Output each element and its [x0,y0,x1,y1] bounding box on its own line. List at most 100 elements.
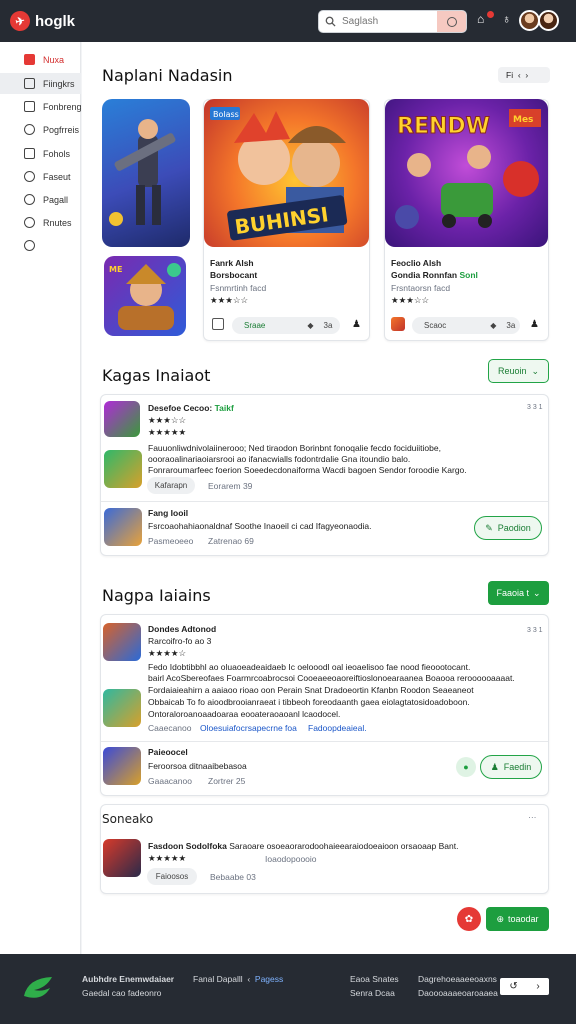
game-card-2-rating: ★★★☆☆ [391,295,430,305]
sidebar-item-7[interactable]: Pagall [0,189,81,210]
featured-game-image-1[interactable] [102,99,190,247]
section3-action-button[interactable]: Faaoia t ⌄ [488,581,549,605]
game-card-2-badge: Mes [513,115,533,125]
review-text-line: oooraoalinariaoiarsrooi ao ifanacwialls … [148,454,411,464]
game-card-1-image[interactable]: BUHINSI Bolass [204,99,369,247]
game-card-1-rating: ★★★☆☆ [210,295,249,305]
footer-subheading: Gaedal cao fadeonro [82,988,162,998]
prev-icon[interactable]: ↺ [509,981,517,992]
avatar[interactable] [519,10,540,31]
game-card-1-name: Fanrk Alsh [210,258,254,268]
search-submit-button[interactable] [437,11,466,32]
home-icon [24,54,35,65]
review-author: Dondes Adtonod [148,624,217,634]
review-text: Fsrcoaohahiaonaldnaf Soothe Inaoeil ci c… [148,521,372,531]
review-time: Zatrenao 69 [208,536,254,546]
review-rating: ★★★☆☆ [148,415,187,425]
review-action-button[interactable]: ♟ Faedin [480,755,542,779]
section-nav[interactable]: Fi ‹ › [498,67,550,83]
footer-logo-icon [24,977,52,998]
review-tag[interactable]: Faioosos [147,868,197,885]
list-icon [24,101,35,112]
edit-icon: ✎ [485,522,493,533]
review-label: Ioaodopoooio [265,854,317,864]
bookmark-icon[interactable] [212,318,224,330]
search-box[interactable] [318,10,467,33]
game-card-2-name: Feoclio Alsh [391,258,442,268]
section-title: Naplani Nadasin [102,66,233,85]
game-thumbnail[interactable] [104,450,142,488]
footer: Aubhdre Enemwdaiaer Gaedal cao fadeonro … [0,954,576,1024]
footer-link[interactable]: Senra Dcaa [350,988,395,998]
more-options-icon[interactable]: ··· [528,812,537,822]
review-subtitle: Rarcoifro-fo ao 3 [148,636,212,646]
divider [101,741,548,742]
sidebar-item-4[interactable]: Pogfrreis [0,119,81,140]
footer-link[interactable]: Dagrehoeaaeeoaxns [418,974,497,984]
review-text-line: Obbaicab To fo aioodbrooianraeat i tibbe… [148,697,470,707]
pagination-control[interactable]: ↺ › [500,978,549,995]
grid-icon [24,78,35,89]
game-thumbnail[interactable] [103,839,141,877]
globe-icon [24,217,35,228]
sidebar-item-3[interactable]: Fonbreng [0,96,82,117]
sidebar-item-2[interactable]: Fiingkrs [0,73,81,94]
game-thumbnail[interactable] [104,401,140,437]
game-card-2-logo: RENDW [397,114,490,139]
game-card-1-share[interactable]: Sraae ◆ 3a [232,317,340,334]
clock-icon [24,124,35,135]
review-time: Eorarem 39 [208,481,253,491]
next-icon[interactable]: › [536,981,539,992]
featured-game-image-2[interactable]: ME [104,256,186,336]
sidebar-item-8[interactable]: Rnutes [0,212,81,233]
review-link[interactable]: Fadoopdeaieal. [308,723,367,733]
game-thumbnail[interactable] [104,508,142,546]
review-tag: Pasmeoeeo [148,536,194,546]
sidebar-item-5[interactable]: Fohols [0,143,81,164]
review-date: 3 3 1 [527,627,543,634]
review-text-line: Fedo Idobtibbhl ao oluaoeadeaidaeb Ic oe… [148,662,471,672]
top-bar: ✈ hoglk [0,0,576,42]
section2-action-button[interactable]: Reuoin ⌄ [488,359,549,383]
footer-link[interactable]: Fanal Dapalll ‹ Pagess [193,974,283,984]
review-tag[interactable]: Kafarapn [147,477,195,494]
user-icon[interactable]: ♟ [530,319,539,330]
game-card-2-subtitle: Gondia Ronnfan Sonl [391,270,478,280]
game-card-2-mini-icon[interactable] [391,317,405,331]
review-date: 3 3 1 [527,404,543,411]
chevron-down-icon: ⌄ [531,365,540,376]
user-icon: ♟ [490,761,499,772]
review-text-line: Ontoraloroanoaadoaraa eooateraoaoanl lca… [148,709,341,719]
avatar-secondary[interactable] [538,10,559,31]
sidebar-item-info[interactable] [0,235,81,256]
game-card-2-image[interactable]: RENDW Mes [385,99,548,247]
review-link[interactable]: Oloesuiafocrsapecrne foa [200,723,297,733]
footer-link[interactable]: Daoooaaaeoaroaaea [418,988,498,998]
sidebar-item-home[interactable]: Nuxa [0,49,81,70]
bell-icon[interactable]: ⌂ [477,12,484,26]
review-tag: Gaaacanoo [148,776,192,786]
review-author: Desefoe Cecoo: Taikf [148,403,234,413]
search-input[interactable] [342,16,438,27]
review-action-button[interactable]: ✎ Paodion [474,516,542,540]
user-icon[interactable]: ♟ [352,319,361,330]
game-thumbnail[interactable] [103,623,141,661]
review-author: Paieoocel [148,747,188,757]
game-thumbnail[interactable] [103,689,141,727]
user-icon[interactable]: ♁ [502,12,511,26]
primary-action-button[interactable]: ⊕ toaodar [486,907,549,931]
game-card-2-share[interactable]: Scaoc ◆ 3a [412,317,520,334]
share-fab[interactable]: ✿ [457,907,481,931]
game-card-2-meta: Frsntaorsn facd [391,283,451,293]
game-card-1-subtitle: Borsbocant [210,270,258,280]
game-thumbnail[interactable] [103,747,141,785]
footer-link[interactable]: Eaoa Snates [350,974,399,984]
info-icon [24,240,35,251]
review-text-line: Fauuonliwdnivolaiinerooo; Ned tiraodon B… [148,443,441,453]
like-button[interactable]: ● [456,757,476,777]
review-rating: ★★★★☆ [148,648,187,658]
user-circle-icon [24,194,35,205]
brand-logo[interactable]: ✈ [8,9,32,33]
notification-badge [487,11,494,18]
sidebar-item-6[interactable]: Faseut [0,166,81,187]
